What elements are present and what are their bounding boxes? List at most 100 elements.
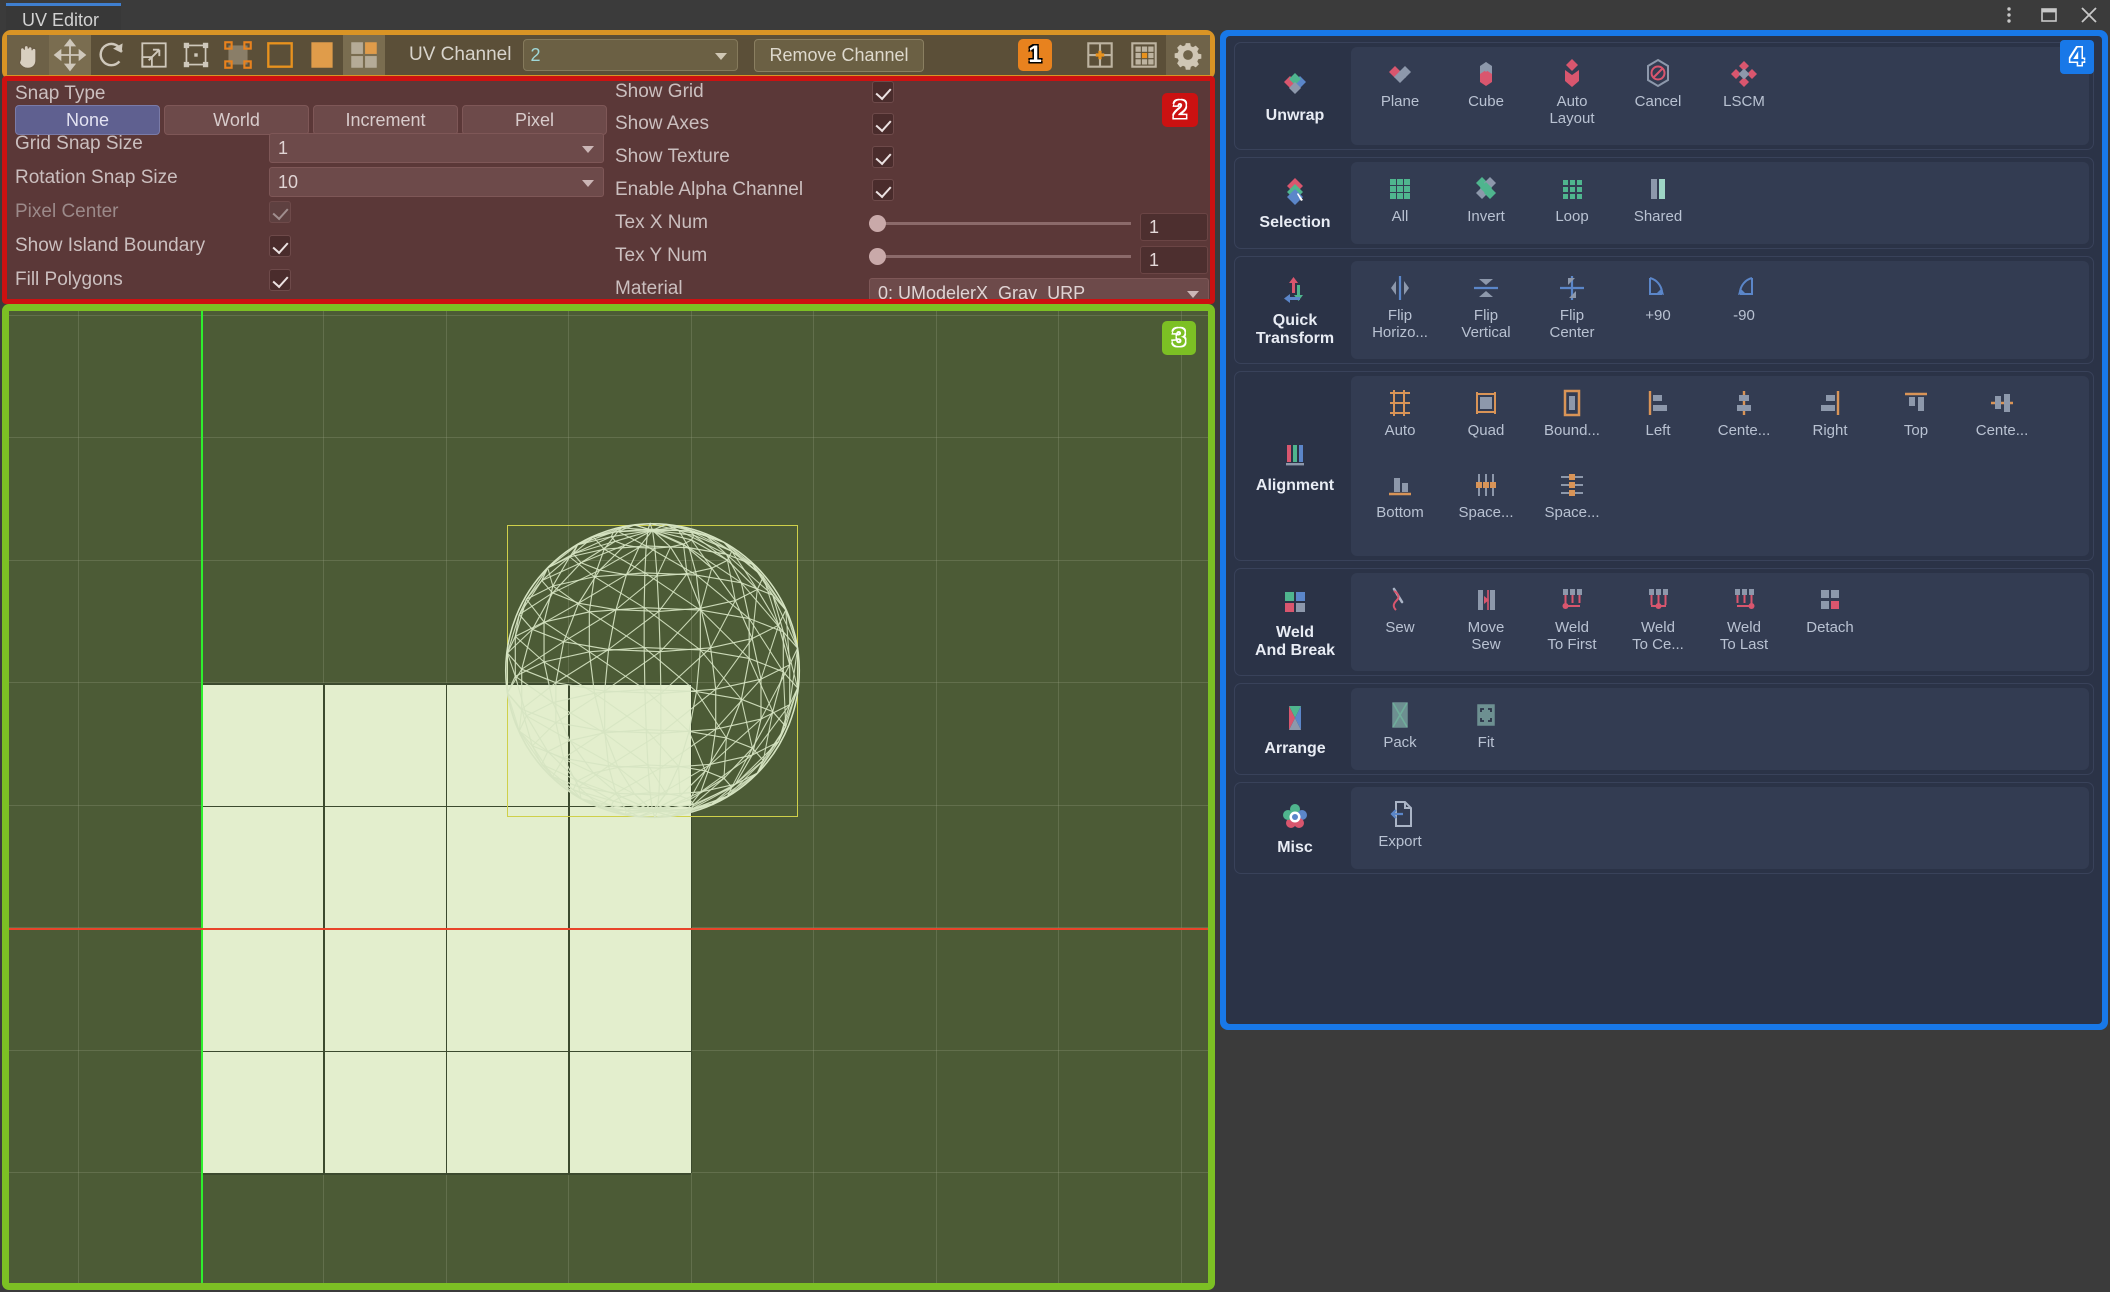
- callout-badge-4: 4: [2060, 40, 2094, 74]
- tool-button-cancel[interactable]: Cancel: [1615, 55, 1701, 117]
- tool-button-label: Plane: [1380, 93, 1420, 110]
- uv-tools-panel-container: Unwrap Plane Cube Auto Layout Cancel LSCM Sele…: [1220, 30, 2108, 1030]
- tool-button-label: Top: [1903, 422, 1929, 439]
- tex-y-num-slider[interactable]: [869, 245, 1131, 267]
- show-axes-label: Show Axes: [615, 113, 709, 134]
- tool-button-weld-to-last[interactable]: Weld To Last: [1701, 581, 1787, 654]
- rotation-snap-size-label: Rotation Snap Size: [15, 167, 178, 188]
- select-box-tool[interactable]: [217, 35, 259, 75]
- transform-tool[interactable]: [175, 35, 217, 75]
- tool-button-auto[interactable]: Auto: [1357, 384, 1443, 446]
- slider-knob[interactable]: [869, 214, 886, 232]
- lscm-icon: [1727, 57, 1761, 91]
- show-axes-checkbox[interactable]: [872, 113, 894, 135]
- tool-group-items: Pack Fit: [1351, 688, 2089, 770]
- tool-button-plane[interactable]: Plane: [1357, 55, 1443, 117]
- rotate-tool[interactable]: [91, 35, 133, 75]
- tool-button-sew[interactable]: Sew: [1357, 581, 1443, 643]
- grid-line-horizontal: [9, 314, 1208, 316]
- uv-canvas[interactable]: 3: [9, 311, 1208, 1283]
- tool-button-cente[interactable]: Cente...: [1959, 384, 2045, 446]
- rotation-snap-size-dropdown[interactable]: 10: [269, 167, 604, 197]
- tool-button-label: Weld To Ce...: [1632, 619, 1684, 653]
- tool-button-detach[interactable]: Detach: [1787, 581, 1873, 643]
- remove-channel-button[interactable]: Remove Channel: [754, 38, 924, 72]
- tool-button-+90[interactable]: +90: [1615, 269, 1701, 331]
- tool-button-shared[interactable]: Shared: [1615, 170, 1701, 232]
- tool-button-bottom[interactable]: Bottom: [1357, 466, 1443, 528]
- show-texture-checkbox[interactable]: [872, 146, 894, 168]
- tool-button-fit[interactable]: Fit: [1443, 696, 1529, 758]
- misc-icon: [1278, 800, 1312, 834]
- tool-button-label: Auto Layout: [1549, 93, 1595, 127]
- move-tool[interactable]: [49, 35, 91, 75]
- settings-button[interactable]: [1166, 35, 1210, 75]
- pixel-center-checkbox[interactable]: [269, 201, 291, 223]
- chevron-down-icon: [1187, 291, 1199, 298]
- grid-2x2-button[interactable]: [1078, 35, 1122, 75]
- tool-group-items: Flip Horizo... Flip Vertical Flip Center +9…: [1351, 261, 2089, 359]
- grid-snap-size-label: Grid Snap Size: [15, 133, 143, 154]
- outline-face-tool[interactable]: [259, 35, 301, 75]
- tool-group-title: Alignment: [1255, 476, 1335, 494]
- tool-button-right[interactable]: Right: [1787, 384, 1873, 446]
- tool-button-top[interactable]: Top: [1873, 384, 1959, 446]
- tool-button-auto-layout[interactable]: Auto Layout: [1529, 55, 1615, 128]
- tool-button-cube[interactable]: Cube: [1443, 55, 1529, 117]
- slider-knob[interactable]: [869, 247, 886, 265]
- snap-type-pixel[interactable]: Pixel: [462, 105, 607, 135]
- tool-button-quad[interactable]: Quad: [1443, 384, 1529, 446]
- tex-x-num-field[interactable]: 1: [1140, 213, 1208, 241]
- uv-channel-label: UV Channel: [409, 44, 512, 65]
- material-dropdown[interactable]: 0: UModelerX_Gray_URP: [869, 278, 1209, 299]
- select-loop-icon: [1555, 172, 1589, 206]
- tool-button-label: Loop: [1555, 208, 1589, 225]
- tool-button-lscm[interactable]: LSCM: [1701, 55, 1787, 117]
- tool-button-move-sew[interactable]: Move Sew: [1443, 581, 1529, 654]
- tool-group-header: Weld And Break: [1239, 573, 1351, 671]
- fill-polygons-checkbox[interactable]: [269, 269, 291, 291]
- show-island-boundary-checkbox[interactable]: [269, 235, 291, 257]
- quad-view-tool[interactable]: [343, 35, 385, 75]
- tool-button-export[interactable]: Export: [1357, 795, 1443, 857]
- tool-button-bound[interactable]: Bound...: [1529, 384, 1615, 446]
- tool-button-label: Bound...: [1544, 422, 1600, 439]
- tool-button-loop[interactable]: Loop: [1529, 170, 1615, 232]
- grid-snap-size-dropdown[interactable]: 1: [269, 133, 604, 163]
- snap-type-increment[interactable]: Increment: [313, 105, 458, 135]
- tool-button-weld-to-ce[interactable]: Weld To Ce...: [1615, 581, 1701, 654]
- uv-channel-dropdown[interactable]: 2: [523, 39, 739, 71]
- tex-y-num-field[interactable]: 1: [1140, 246, 1208, 274]
- tool-button-flip-center[interactable]: Flip Center: [1529, 269, 1615, 342]
- tool-button-weld-to-first[interactable]: Weld To First: [1529, 581, 1615, 654]
- tool-button-label: Weld To Last: [1719, 619, 1769, 653]
- fill-face-tool[interactable]: [301, 35, 343, 75]
- pan-tool[interactable]: [7, 35, 49, 75]
- tool-button-left[interactable]: Left: [1615, 384, 1701, 446]
- tool-button-flip-vertical[interactable]: Flip Vertical: [1443, 269, 1529, 342]
- show-grid-checkbox[interactable]: [872, 81, 894, 103]
- align-right-icon: [1813, 386, 1847, 420]
- tool-button-space[interactable]: Space...: [1443, 466, 1529, 528]
- menu-kebab-icon[interactable]: [1998, 4, 2020, 26]
- sew-icon: [1383, 583, 1417, 617]
- tool-button-invert[interactable]: Invert: [1443, 170, 1529, 232]
- tex-x-num-slider[interactable]: [869, 212, 1131, 234]
- tool-group-items: Plane Cube Auto Layout Cancel LSCM: [1351, 47, 2089, 145]
- scale-tool[interactable]: [133, 35, 175, 75]
- tool-button-all[interactable]: All: [1357, 170, 1443, 232]
- tool-button-space[interactable]: Space...: [1529, 466, 1615, 528]
- grid-3x3-button[interactable]: [1122, 35, 1166, 75]
- tool-button-cente[interactable]: Cente...: [1701, 384, 1787, 446]
- grid-snap-size-value: 1: [278, 137, 289, 158]
- selection-icon: [1278, 175, 1312, 209]
- tool-button-flip-horizo[interactable]: Flip Horizo...: [1357, 269, 1443, 342]
- close-icon[interactable]: [2078, 4, 2100, 26]
- tool-button-label: Quad: [1467, 422, 1505, 439]
- tool-button-pack[interactable]: Pack: [1357, 696, 1443, 758]
- snap-type-world[interactable]: World: [164, 105, 309, 135]
- tab-uv-editor[interactable]: UV Editor: [6, 3, 122, 30]
- tool-button--90[interactable]: -90: [1701, 269, 1787, 331]
- enable-alpha-channel-checkbox[interactable]: [872, 179, 894, 201]
- restore-icon[interactable]: [2038, 4, 2060, 26]
